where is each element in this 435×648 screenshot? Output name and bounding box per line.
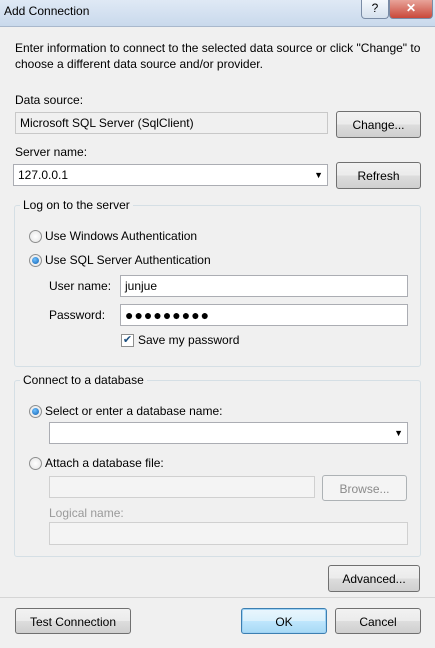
sql-auth-radio[interactable] bbox=[29, 254, 42, 267]
checkmark-icon: ✔ bbox=[122, 334, 133, 346]
username-label: User name: bbox=[49, 279, 112, 293]
database-name-combobox[interactable]: ▼ bbox=[49, 422, 408, 444]
logical-name-input[interactable] bbox=[49, 522, 408, 545]
logon-group-label: Log on to the server bbox=[20, 198, 133, 212]
browse-button[interactable]: Browse... bbox=[322, 475, 407, 501]
attach-database-label[interactable]: Attach a database file: bbox=[45, 456, 164, 470]
sql-auth-label[interactable]: Use SQL Server Authentication bbox=[45, 253, 211, 267]
close-button[interactable]: ✕ bbox=[389, 0, 433, 19]
attach-file-input[interactable] bbox=[49, 476, 315, 498]
password-input[interactable]: ●●●●●●●●● bbox=[120, 304, 408, 326]
save-password-label[interactable]: Save my password bbox=[138, 333, 239, 347]
windows-auth-label[interactable]: Use Windows Authentication bbox=[45, 229, 197, 243]
data-source-label: Data source: bbox=[15, 93, 84, 107]
refresh-button[interactable]: Refresh bbox=[336, 162, 421, 189]
select-database-radio[interactable] bbox=[29, 405, 42, 418]
select-database-label[interactable]: Select or enter a database name: bbox=[45, 404, 222, 418]
separator bbox=[0, 597, 435, 598]
attach-database-radio[interactable] bbox=[29, 457, 42, 470]
advanced-button[interactable]: Advanced... bbox=[328, 565, 420, 592]
help-icon: ? bbox=[371, 1, 379, 15]
chevron-down-icon[interactable]: ▼ bbox=[394, 428, 403, 438]
help-button[interactable]: ? bbox=[361, 0, 389, 19]
data-source-field: Microsoft SQL Server (SqlClient) bbox=[15, 112, 328, 134]
password-label: Password: bbox=[49, 308, 106, 322]
change-button[interactable]: Change... bbox=[336, 111, 421, 138]
window-title: Add Connection bbox=[4, 4, 90, 18]
database-group-label: Connect to a database bbox=[20, 373, 147, 387]
save-password-checkbox[interactable]: ✔ bbox=[121, 334, 134, 347]
chevron-down-icon[interactable]: ▼ bbox=[314, 170, 323, 180]
username-input[interactable]: junjue bbox=[120, 275, 408, 297]
windows-auth-radio[interactable] bbox=[29, 230, 42, 243]
server-name-value: 127.0.0.1 bbox=[18, 168, 69, 182]
logical-name-label: Logical name: bbox=[49, 506, 124, 520]
intro-text: Enter information to connect to the sele… bbox=[15, 41, 421, 71]
server-name-combobox[interactable]: 127.0.0.1 ▼ bbox=[13, 164, 328, 186]
server-name-label: Server name: bbox=[15, 145, 88, 159]
close-icon: ✕ bbox=[405, 1, 417, 15]
title-bar: Add Connection ? ✕ bbox=[0, 0, 435, 27]
ok-button[interactable]: OK bbox=[241, 608, 327, 634]
test-connection-button[interactable]: Test Connection bbox=[15, 608, 131, 634]
cancel-button[interactable]: Cancel bbox=[335, 608, 421, 634]
